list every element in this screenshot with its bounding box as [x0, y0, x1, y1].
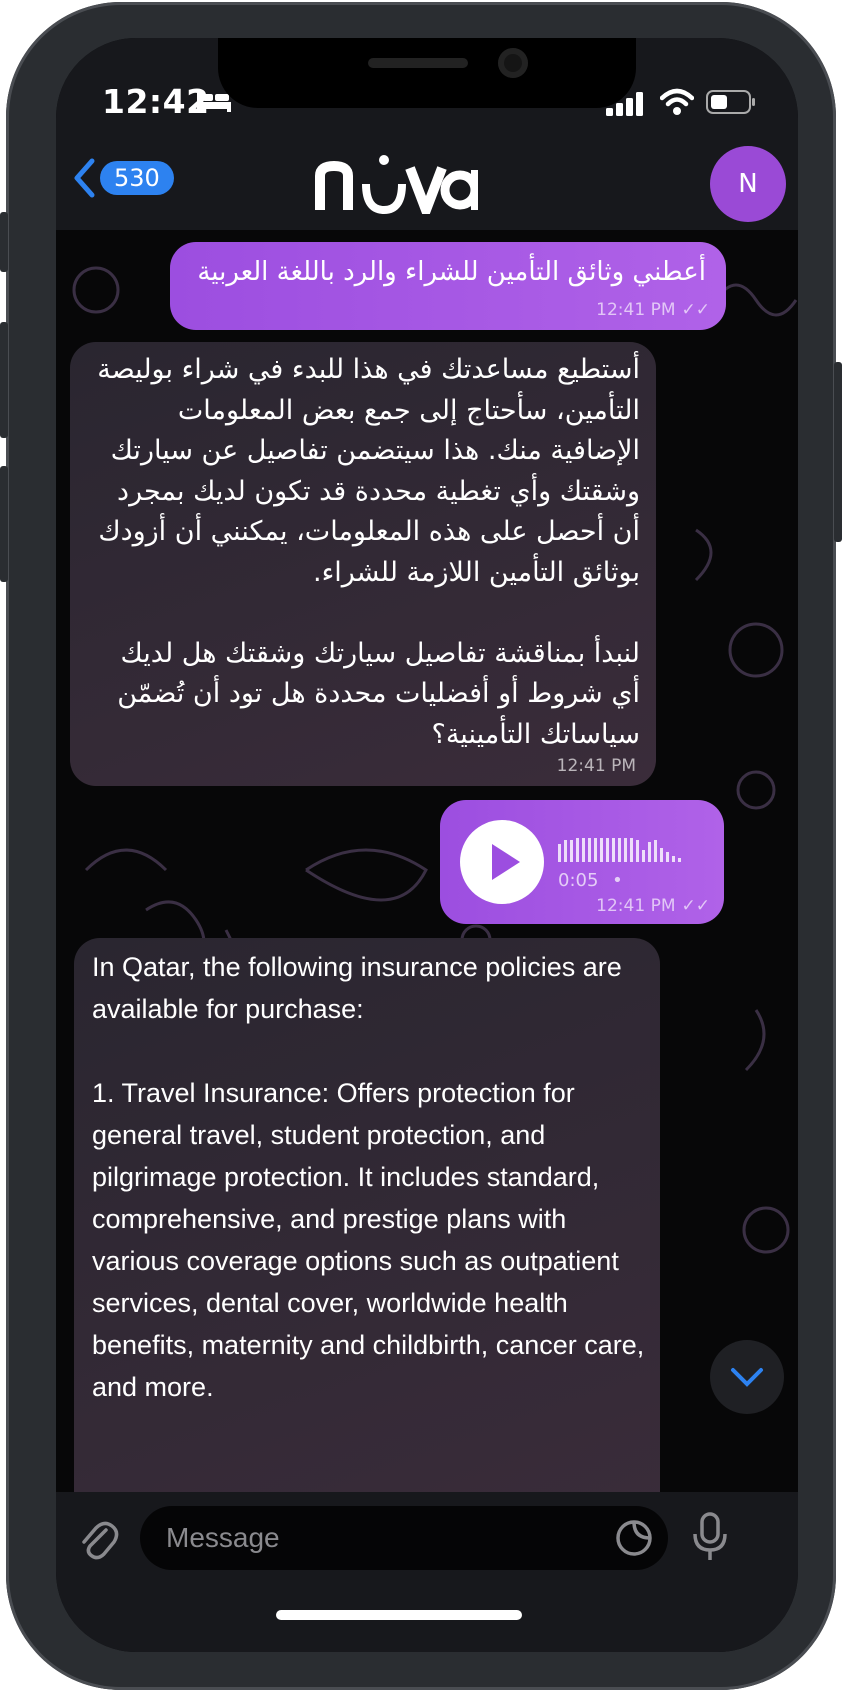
message-meta: 12:41 PM — [557, 756, 636, 776]
chat-area[interactable]: أعطني وثائق التأمين للشراء والرد باللغة … — [56, 230, 798, 1492]
chat-header: 530 nova N — [56, 136, 798, 230]
battery-icon — [706, 90, 755, 114]
scroll-to-bottom-button[interactable] — [710, 1340, 784, 1414]
message-meta: 12:41 PM ✓✓ — [596, 896, 710, 916]
screen: 12:42 530 N أعطني وثائق التأمين للشراء و… — [56, 38, 798, 1652]
play-button[interactable] — [460, 820, 544, 904]
wifi-icon — [660, 88, 694, 115]
waveform — [558, 838, 681, 862]
double-check-icon: ✓✓ — [681, 896, 711, 916]
voice-duration: 0:05 • — [558, 870, 623, 891]
phone-frame: 12:42 530 N أعطني وثائق التأمين للشراء و… — [0, 2, 842, 1690]
message-time: 12:41 PM — [596, 896, 676, 916]
nova-logo: nova — [315, 155, 478, 214]
sticker-icon[interactable] — [614, 1518, 654, 1558]
home-indicator[interactable] — [276, 1610, 522, 1620]
message-bubble-incoming[interactable]: أستطيع مساعدتك في هذا للبدء في شراء بولي… — [70, 342, 656, 786]
chevron-down-icon — [731, 1368, 763, 1387]
mic-icon[interactable] — [690, 1512, 730, 1562]
volume-up-button — [0, 322, 8, 438]
avatar[interactable]: N — [710, 146, 786, 222]
volume-down-button — [0, 466, 8, 582]
message-bubble-incoming[interactable]: In Qatar, the following insurance polici… — [74, 938, 660, 1492]
status-bar: 12:42 — [56, 38, 798, 136]
avatar-initial: N — [738, 169, 758, 199]
notch — [218, 38, 636, 108]
message-time: 12:41 PM — [596, 300, 676, 320]
message-bubble-outgoing[interactable]: أعطني وثائق التأمين للشراء والرد باللغة … — [170, 242, 726, 330]
paperclip-icon[interactable] — [76, 1518, 120, 1562]
status-time: 12:42 — [102, 82, 210, 121]
composer-bar: Message — [56, 1492, 798, 1652]
front-camera — [498, 48, 528, 78]
message-text: أعطني وثائق التأمين للشراء والرد باللغة … — [197, 257, 706, 287]
back-button[interactable]: 530 — [72, 156, 174, 200]
mute-switch — [0, 212, 8, 272]
message-meta: 12:41 PM ✓✓ — [596, 300, 710, 320]
voice-message-bubble[interactable]: 0:05 • 12:41 PM ✓✓ — [440, 800, 724, 924]
unread-count-badge: 530 — [100, 161, 174, 195]
double-check-icon: ✓✓ — [681, 300, 711, 320]
play-icon — [492, 844, 520, 880]
back-chevron-icon — [74, 158, 95, 198]
message-text: In Qatar, the following insurance polici… — [92, 952, 645, 1402]
speaker-grille — [368, 58, 468, 68]
message-input-placeholder: Message — [166, 1522, 280, 1553]
message-text: أستطيع مساعدتك في هذا للبدء في شراء بولي… — [97, 354, 640, 750]
power-button — [834, 362, 842, 542]
message-input[interactable]: Message — [140, 1506, 668, 1570]
message-time: 12:41 PM — [556, 756, 636, 776]
